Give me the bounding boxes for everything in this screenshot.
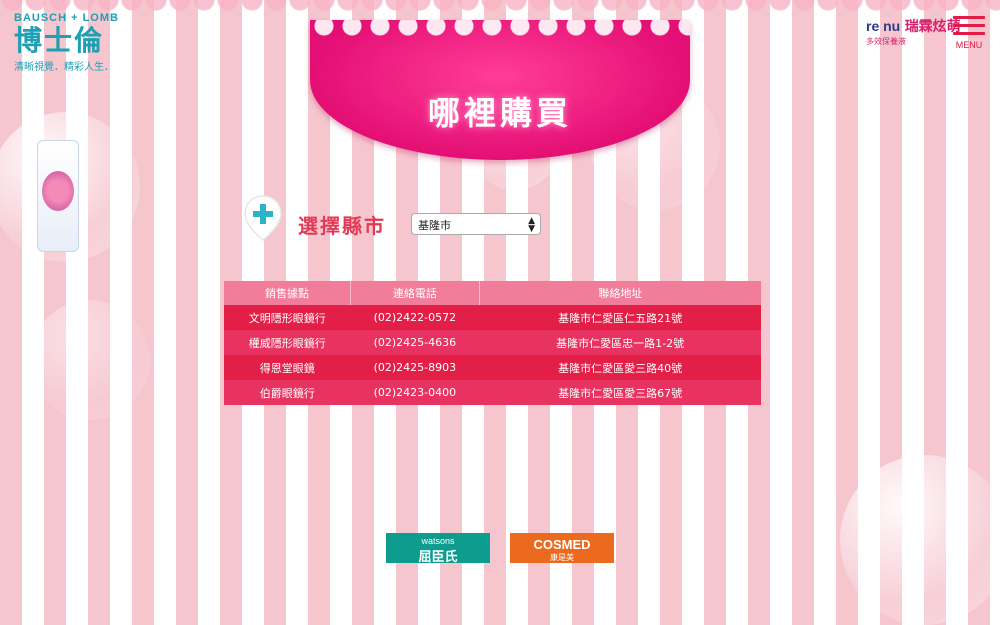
city-dropdown-value: 基隆市 <box>418 219 451 232</box>
cosmed-logo-link[interactable]: COSMED 康是美 <box>510 533 614 563</box>
store-phone: (02)2422-0572 <box>350 305 480 330</box>
renu-logo[interactable]: re nu 瑞霖炫萌 多效保養液 <box>866 16 961 47</box>
table-row: 得恩堂眼鏡 (02)2425-8903 基隆市仁愛區愛三路40號 <box>224 355 761 380</box>
location-pin-icon <box>244 195 282 241</box>
renu-subtitle: 多效保養液 <box>866 37 906 46</box>
bubble-decoration <box>30 300 150 420</box>
table-header-row: 銷售據點 連絡電話 聯絡地址 <box>224 281 761 305</box>
page-title: 哪裡購買 <box>427 94 572 132</box>
dropdown-arrows-icon: ▲ ▼ <box>528 216 535 234</box>
store-list-table: 銷售據點 連絡電話 聯絡地址 文明隱形眼鏡行 (02)2422-0572 基隆市… <box>224 281 761 405</box>
store-address: 基隆市仁愛區忠一路1-2號 <box>479 330 761 355</box>
hamburger-icon-bar <box>953 24 985 27</box>
brand-slogan: 清晰視覺．精彩人生． <box>14 62 114 73</box>
store-phone: (02)2425-8903 <box>350 355 480 380</box>
watsons-logo-link[interactable]: watsons 屈臣氏 <box>386 533 490 564</box>
lace-trim <box>310 20 690 50</box>
renu-logo-text: re nu <box>866 18 901 34</box>
store-name: 文明隱形眼鏡行 <box>224 305 351 330</box>
hamburger-icon <box>953 16 985 19</box>
table-row: 伯爵眼鏡行 (02)2423-0400 基隆市仁愛區愛三路67號 <box>224 380 761 405</box>
city-dropdown[interactable]: 基隆市 ▲ ▼ <box>411 213 541 235</box>
store-phone: (02)2423-0400 <box>350 380 480 405</box>
cosmed-en: COSMED <box>533 537 591 552</box>
table-row: 權威隱形眼鏡行 (02)2425-4636 基隆市仁愛區忠一路1-2號 <box>224 330 761 355</box>
watsons-cn: 屈臣氏 <box>418 549 458 564</box>
store-address: 基隆市仁愛區愛三路40號 <box>479 355 761 380</box>
product-bottle-image <box>37 140 79 252</box>
header-phone: 連絡電話 <box>350 281 480 305</box>
header-address: 聯絡地址 <box>479 281 761 305</box>
hamburger-icon-bar <box>953 32 985 35</box>
store-phone: (02)2425-4636 <box>350 330 480 355</box>
watsons-en: watsons <box>421 536 455 546</box>
store-name: 伯爵眼鏡行 <box>224 380 351 405</box>
bubble-decoration <box>840 455 1000 625</box>
menu-label: MENU <box>955 40 983 50</box>
store-address: 基隆市仁愛區愛三路67號 <box>479 380 761 405</box>
store-name: 得恩堂眼鏡 <box>224 355 351 380</box>
select-city-label: 選擇縣市 <box>298 214 386 238</box>
header-store: 銷售據點 <box>224 281 351 305</box>
menu-button[interactable]: MENU <box>953 16 985 50</box>
store-name: 權威隱形眼鏡行 <box>224 330 351 355</box>
product-label <box>42 171 74 211</box>
brand-chinese: 博士倫 <box>14 24 105 57</box>
cosmed-cn: 康是美 <box>550 553 574 562</box>
table-row: 文明隱形眼鏡行 (02)2422-0572 基隆市仁愛區仁五路21號 <box>224 305 761 330</box>
store-address: 基隆市仁愛區仁五路21號 <box>479 305 761 330</box>
bausch-lomb-logo[interactable]: BAUSCH + LOMB 博士倫 清晰視覺．精彩人生． <box>14 12 119 73</box>
brand-english: BAUSCH + LOMB <box>14 12 119 24</box>
